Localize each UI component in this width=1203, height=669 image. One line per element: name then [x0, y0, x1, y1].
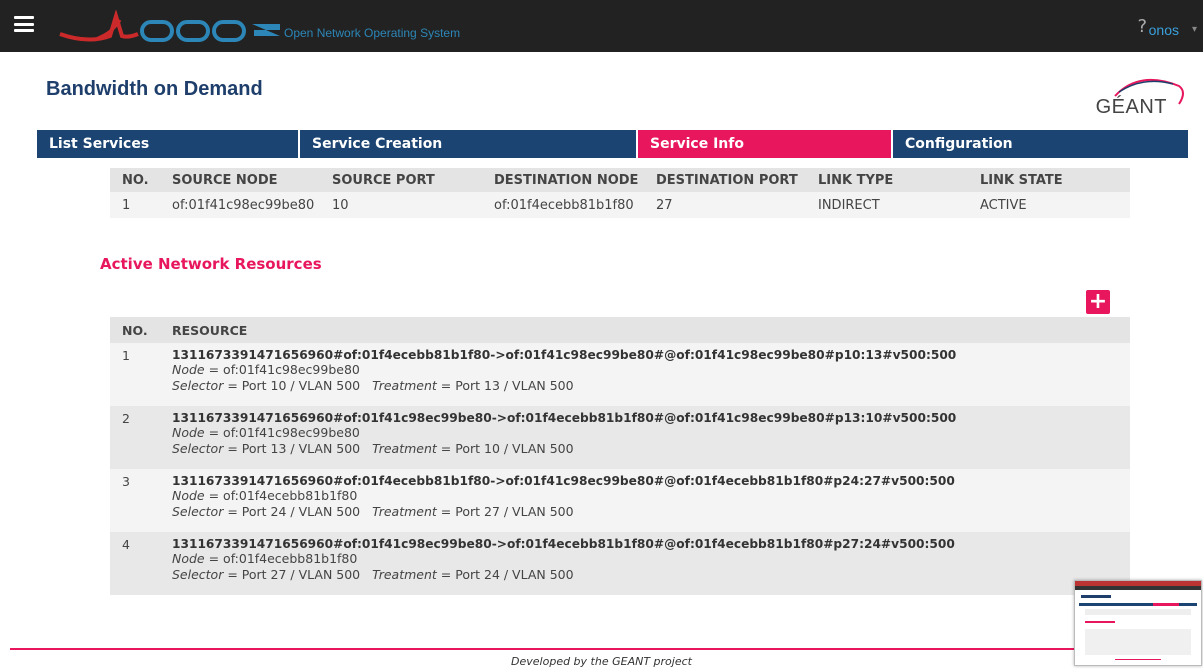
resource-id: 1311673391471656960#of:01f41c98ec99be80-…	[172, 537, 955, 551]
top-bar: Open Network Operating System ? onos ▾	[0, 0, 1203, 52]
cell-link-type: INDIRECT	[806, 192, 968, 218]
section-title: Active Network Resources	[100, 255, 322, 273]
table-row: 1 1311673391471656960#of:01f4ecebb81b1f8…	[110, 343, 1130, 406]
table-header-row: NO. RESOURCE	[110, 317, 1130, 343]
table-header-row: NO. SOURCE NODE SOURCE PORT DESTINATION …	[110, 168, 1130, 192]
thumbnail-preview-icon	[1075, 581, 1201, 660]
tab-list-services[interactable]: List Services	[37, 130, 300, 158]
cell-source-node: of:01f41c98ec99be80	[160, 192, 320, 218]
cell-no: 2	[110, 406, 160, 469]
tab-configuration[interactable]: Configuration	[893, 130, 1188, 158]
cell-no: 3	[110, 469, 160, 532]
geant-logo-text: GÉANT	[1095, 96, 1167, 118]
service-info-table: NO. SOURCE NODE SOURCE PORT DESTINATION …	[110, 168, 1130, 218]
resource-node: Node = of:01f4ecebb81b1f80	[172, 488, 358, 503]
table-row: 1 of:01f41c98ec99be80 10 of:01f4ecebb81b…	[110, 192, 1130, 218]
footer-divider	[10, 648, 1196, 650]
cell-destination-node: of:01f4ecebb81b1f80	[482, 192, 644, 218]
resources-table: NO. RESOURCE 1 1311673391471656960#of:01…	[110, 317, 1130, 595]
cell-link-state: ACTIVE	[968, 192, 1130, 218]
col-source-port: SOURCE PORT	[320, 168, 482, 192]
cell-resource: 1311673391471656960#of:01f41c98ec99be80-…	[160, 532, 1130, 595]
col-link-state: LINK STATE	[968, 168, 1130, 192]
cell-no: 1	[110, 192, 160, 218]
table-row: 2 1311673391471656960#of:01f41c98ec99be8…	[110, 406, 1130, 469]
footer-text: Developed by the GEANT project	[511, 655, 692, 668]
col-link-type: LINK TYPE	[806, 168, 968, 192]
chevron-down-icon[interactable]: ▾	[1192, 24, 1197, 35]
resource-id: 1311673391471656960#of:01f4ecebb81b1f80-…	[172, 474, 955, 488]
resource-selector: Selector = Port 24 / VLAN 500 Treatment …	[172, 504, 574, 519]
tab-service-creation[interactable]: Service Creation	[300, 130, 638, 158]
col-destination-node: DESTINATION NODE	[482, 168, 644, 192]
cell-resource: 1311673391471656960#of:01f4ecebb81b1f80-…	[160, 343, 1130, 406]
tab-bar: List Services Service Creation Service I…	[37, 130, 1188, 158]
resource-node: Node = of:01f4ecebb81b1f80	[172, 551, 358, 566]
cell-resource: 1311673391471656960#of:01f4ecebb81b1f80-…	[160, 469, 1130, 532]
col-no: NO.	[110, 168, 160, 192]
col-destination-port: DESTINATION PORT	[644, 168, 806, 192]
resource-id: 1311673391471656960#of:01f41c98ec99be80-…	[172, 411, 957, 425]
cell-destination-port: 27	[644, 192, 806, 218]
menu-icon[interactable]	[14, 16, 34, 32]
user-menu[interactable]: onos	[1149, 22, 1179, 38]
screenshot-thumbnail[interactable]	[1074, 580, 1202, 666]
resource-selector: Selector = Port 10 / VLAN 500 Treatment …	[172, 378, 574, 393]
help-icon[interactable]: ?	[1137, 16, 1147, 37]
page-title: Bandwidth on Demand	[46, 78, 263, 100]
cell-source-port: 10	[320, 192, 482, 218]
cell-resource: 1311673391471656960#of:01f41c98ec99be80-…	[160, 406, 1130, 469]
add-resource-button[interactable]: +	[1086, 290, 1110, 314]
onos-logo	[59, 10, 280, 42]
col-no: NO.	[110, 317, 160, 343]
resource-selector: Selector = Port 27 / VLAN 500 Treatment …	[172, 567, 574, 582]
tab-service-info[interactable]: Service Info	[638, 130, 893, 158]
resource-id: 1311673391471656960#of:01f4ecebb81b1f80-…	[172, 348, 957, 362]
brand-subtitle: Open Network Operating System	[284, 26, 461, 40]
table-row: 3 1311673391471656960#of:01f4ecebb81b1f8…	[110, 469, 1130, 532]
resource-node: Node = of:01f41c98ec99be80	[172, 362, 360, 377]
table-row: 4 1311673391471656960#of:01f41c98ec99be8…	[110, 532, 1130, 595]
col-resource: RESOURCE	[160, 317, 1130, 343]
col-source-node: SOURCE NODE	[160, 168, 320, 192]
resource-node: Node = of:01f41c98ec99be80	[172, 425, 360, 440]
cell-no: 1	[110, 343, 160, 406]
cell-no: 4	[110, 532, 160, 595]
resource-selector: Selector = Port 13 / VLAN 500 Treatment …	[172, 441, 574, 456]
